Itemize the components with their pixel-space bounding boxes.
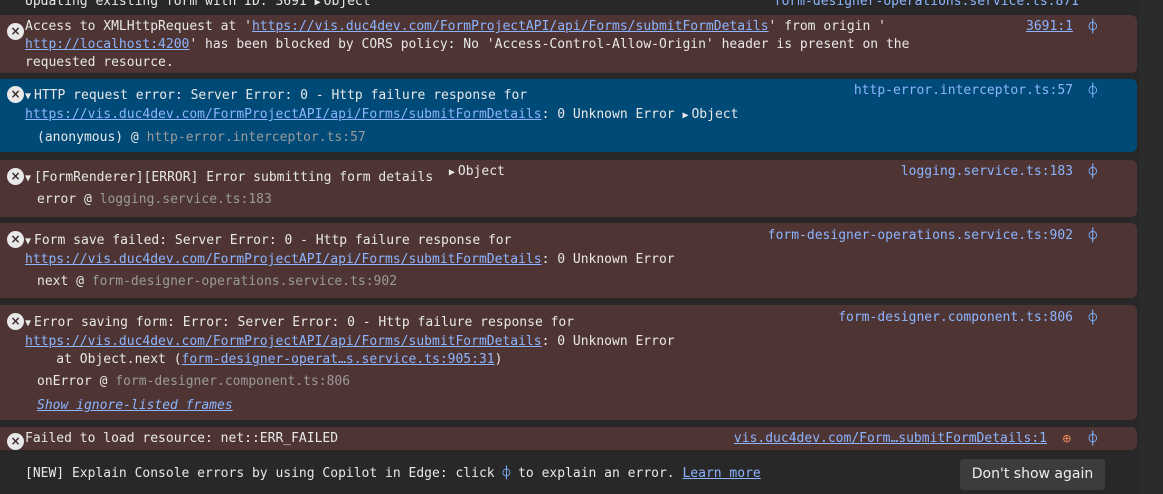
copilot-icon[interactable]: ⌽ bbox=[1089, 18, 1097, 36]
source-link[interactable]: 3691:1 bbox=[1026, 18, 1073, 36]
error-icon: × bbox=[7, 433, 24, 450]
network-warning-icon[interactable]: ⊕ bbox=[1063, 430, 1071, 448]
console-error: × ▼ Error saving form: Error: Server Erro… bbox=[0, 305, 1137, 420]
source-link[interactable]: logging.service.ts:183 bbox=[901, 163, 1073, 181]
error-icon: × bbox=[7, 313, 24, 330]
url-link[interactable]: https://vis.duc4dev.com/FormProjectAPI/a… bbox=[25, 252, 542, 267]
console-error: × ▼ Form save failed: Server Error: 0 - H… bbox=[0, 223, 1137, 298]
console-error-selected: × ▼ HTTP request error: Server Error: 0 -… bbox=[0, 79, 1137, 152]
copilot-icon: ⌽ bbox=[502, 466, 511, 481]
error-icon: × bbox=[7, 23, 24, 40]
source-link[interactable]: form-designer-operations.service.ts:871 bbox=[774, 0, 1079, 11]
copilot-icon[interactable]: ⌽ bbox=[1089, 163, 1097, 181]
expand-triangle-icon[interactable]: ▶ bbox=[682, 110, 688, 121]
error-icon: × bbox=[7, 168, 24, 185]
console-error: × Failed to load resource: net::ERR_FAIL… bbox=[0, 427, 1137, 450]
copilot-icon[interactable]: ⌽ bbox=[1089, 430, 1097, 448]
url-link[interactable]: https://vis.duc4dev.com/FormProjectAPI/a… bbox=[25, 334, 542, 349]
collapse-triangle-icon[interactable]: ▼ bbox=[25, 236, 31, 247]
console-error: × ▼ [FormRenderer][ERROR] Error submittin… bbox=[0, 160, 1137, 217]
origin-link[interactable]: http://localhost:4200 bbox=[25, 37, 189, 52]
source-link[interactable]: form-designer.component.ts:806 bbox=[838, 309, 1073, 327]
dont-show-again-button[interactable]: Don't show again bbox=[960, 459, 1105, 490]
copilot-icon[interactable]: ⌽ bbox=[1089, 309, 1097, 327]
copilot-banner: [NEW] Explain Console errors by using Co… bbox=[0, 455, 1137, 494]
copilot-icon[interactable]: ⌽ bbox=[1089, 227, 1097, 245]
url-link[interactable]: https://vis.duc4dev.com/FormProjectAPI/a… bbox=[25, 107, 542, 122]
error-icon: × bbox=[7, 231, 24, 248]
collapse-triangle-icon[interactable]: ▼ bbox=[25, 173, 31, 184]
scrollbar[interactable] bbox=[1139, 0, 1163, 494]
copilot-icon[interactable]: ⌽ bbox=[1089, 82, 1097, 100]
learn-more-link[interactable]: Learn more bbox=[682, 466, 760, 481]
source-link[interactable]: http-error.interceptor.ts:57 bbox=[854, 82, 1073, 100]
source-link[interactable]: form-designer-operations.service.ts:902 bbox=[768, 227, 1073, 245]
trace-link[interactable]: form-designer-operat…s.service.ts:905:31 bbox=[182, 352, 495, 367]
collapse-triangle-icon[interactable]: ▼ bbox=[25, 91, 31, 102]
url-link[interactable]: https://vis.duc4dev.com/FormProjectAPI/a… bbox=[252, 19, 769, 34]
source-link[interactable]: vis.duc4dev.com/Form…submitFormDetails:1 bbox=[734, 430, 1047, 448]
show-ignore-listed-frames-link[interactable]: Show ignore-listed frames bbox=[37, 398, 233, 413]
console-error: × Access to XMLHttpRequest at 'https://v… bbox=[0, 15, 1137, 73]
log-row-info: Updating existing form with ID: 3691 ▶ Ob… bbox=[25, 0, 1125, 12]
collapse-triangle-icon[interactable]: ▼ bbox=[25, 318, 31, 329]
expand-triangle-icon[interactable]: ▶ bbox=[449, 167, 455, 178]
error-icon: × bbox=[7, 86, 24, 103]
expand-triangle-icon[interactable]: ▶ bbox=[315, 0, 321, 8]
